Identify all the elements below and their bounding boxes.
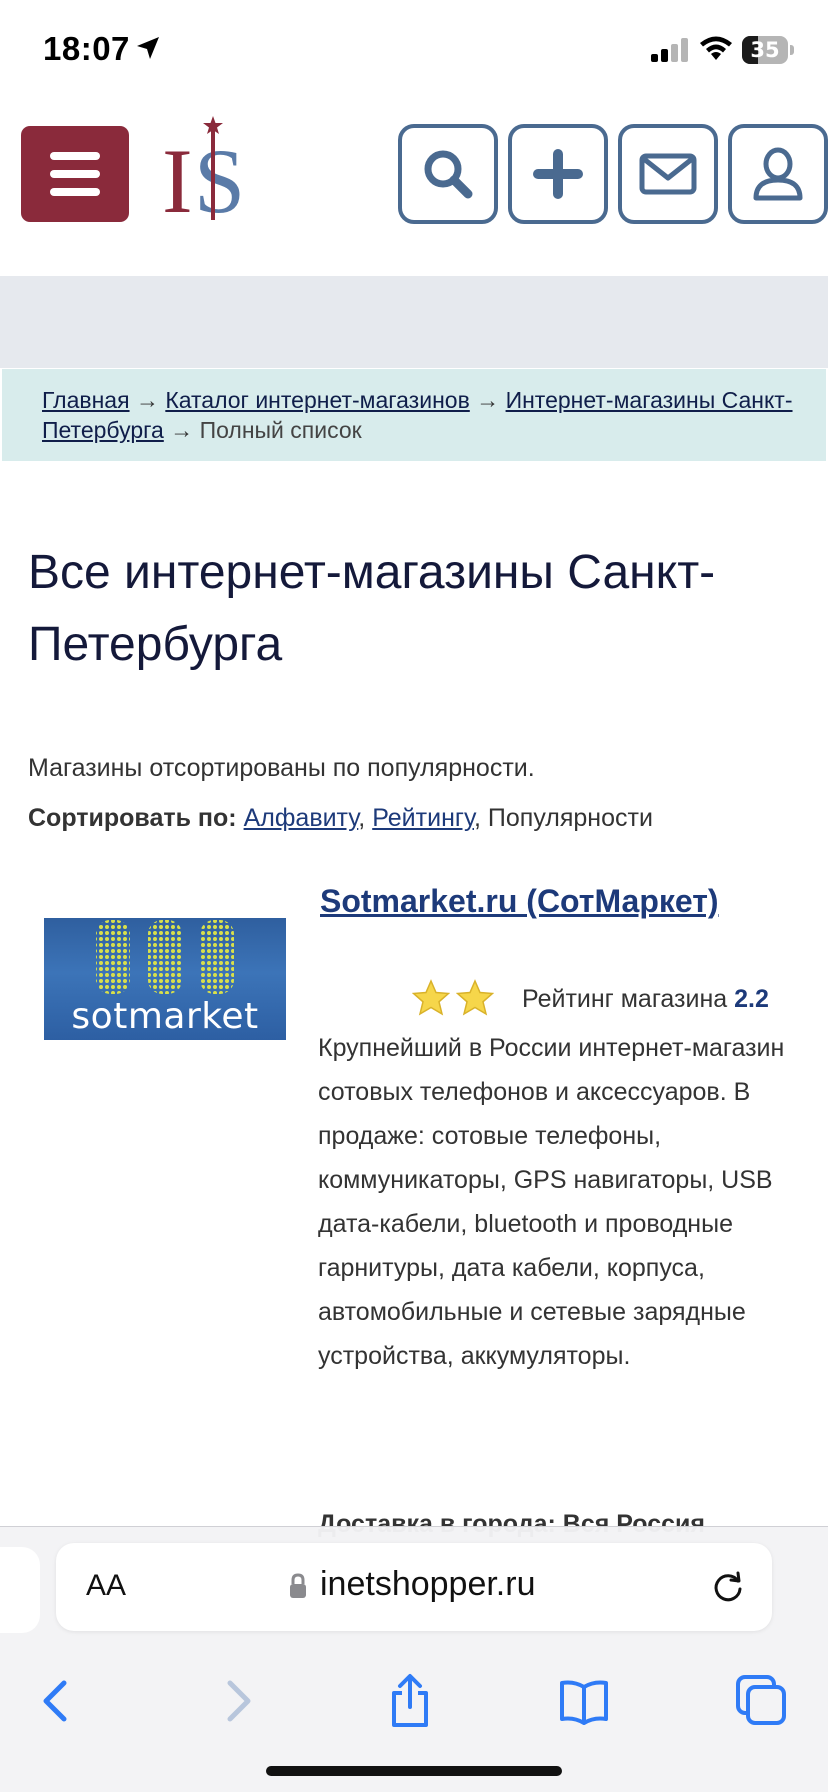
breadcrumb-current: Полный список (199, 417, 362, 443)
back-icon[interactable] (30, 1673, 86, 1729)
location-arrow-icon (137, 37, 159, 59)
star-icon (456, 979, 494, 1016)
forward-icon[interactable] (208, 1673, 264, 1729)
breadcrumb-home[interactable]: Главная (42, 387, 130, 413)
plus-icon (533, 149, 583, 199)
mail-button[interactable] (618, 124, 718, 224)
battery-percent: 35 (750, 38, 780, 62)
sort-by-alphabet-link[interactable]: Алфавиту (244, 804, 359, 832)
share-icon[interactable] (382, 1673, 438, 1729)
browser-toolbar: AA inetshopper.ru (0, 1526, 828, 1792)
star-icon (412, 979, 450, 1016)
sort-by-popularity-current: Популярности (487, 804, 653, 832)
rating-label: Рейтинг магазина (522, 985, 728, 1013)
breadcrumb: Главная → Каталог интернет-магазинов → И… (2, 369, 826, 461)
sort-label: Сортировать по: (28, 804, 237, 832)
wifi-icon (700, 36, 732, 60)
address-bar[interactable]: AA inetshopper.ru (56, 1543, 772, 1631)
sort-by-rating-link[interactable]: Рейтингу (372, 804, 474, 832)
shop-title-link[interactable]: Sotmarket.ru (СотМаркет) (320, 882, 790, 920)
shop-logo-text: sotmarket (71, 996, 259, 1037)
reload-icon[interactable] (710, 1569, 746, 1605)
site-header: I S (0, 100, 828, 276)
breadcrumb-separator: → (135, 387, 159, 413)
mail-icon (639, 153, 697, 195)
add-button[interactable] (508, 124, 608, 224)
previous-tab-preview[interactable] (0, 1547, 40, 1633)
tabs-icon[interactable] (734, 1673, 790, 1729)
status-time: 18:07 (43, 30, 130, 67)
rating-value: 2.2 (734, 985, 769, 1013)
reader-options-button[interactable]: AA (86, 1569, 126, 1603)
sort-options: Сортировать по: Алфавиту, Рейтингу, Попу… (28, 804, 653, 832)
user-button[interactable] (728, 124, 828, 224)
search-icon (424, 150, 473, 199)
url-text: inetshopper.ru (320, 1565, 536, 1603)
battery-icon: 35 (742, 36, 794, 64)
svg-text:I: I (162, 130, 193, 222)
user-icon (753, 147, 803, 201)
lock-icon (290, 1573, 306, 1598)
search-button[interactable] (398, 124, 498, 224)
bookmarks-icon[interactable] (556, 1673, 612, 1729)
page-title: Все интернет-магазины Санкт-Петербурга (28, 546, 716, 671)
breadcrumb-separator: → (170, 417, 194, 443)
shop-description: Крупнейший в России интернет-магазин сот… (318, 1034, 785, 1370)
sorted-note: Магазины отсортированы по популярности. (28, 754, 535, 782)
site-logo[interactable]: I S (158, 116, 248, 222)
banner-placeholder (0, 276, 828, 368)
svg-text:S: S (194, 130, 245, 222)
breadcrumb-catalog[interactable]: Каталог интернет-магазинов (165, 387, 469, 413)
home-indicator[interactable] (266, 1766, 562, 1776)
status-bar: 18:07 35 (0, 0, 828, 100)
shop-logo[interactable]: sotmarket (44, 918, 286, 1040)
hamburger-icon (50, 152, 100, 160)
shop-rating: Рейтинг магазина 2.2 (412, 979, 802, 1019)
breadcrumb-separator: → (476, 387, 500, 413)
menu-button[interactable] (21, 126, 129, 222)
shop-logo-graphic (96, 920, 234, 994)
cellular-signal-icon (651, 38, 688, 62)
